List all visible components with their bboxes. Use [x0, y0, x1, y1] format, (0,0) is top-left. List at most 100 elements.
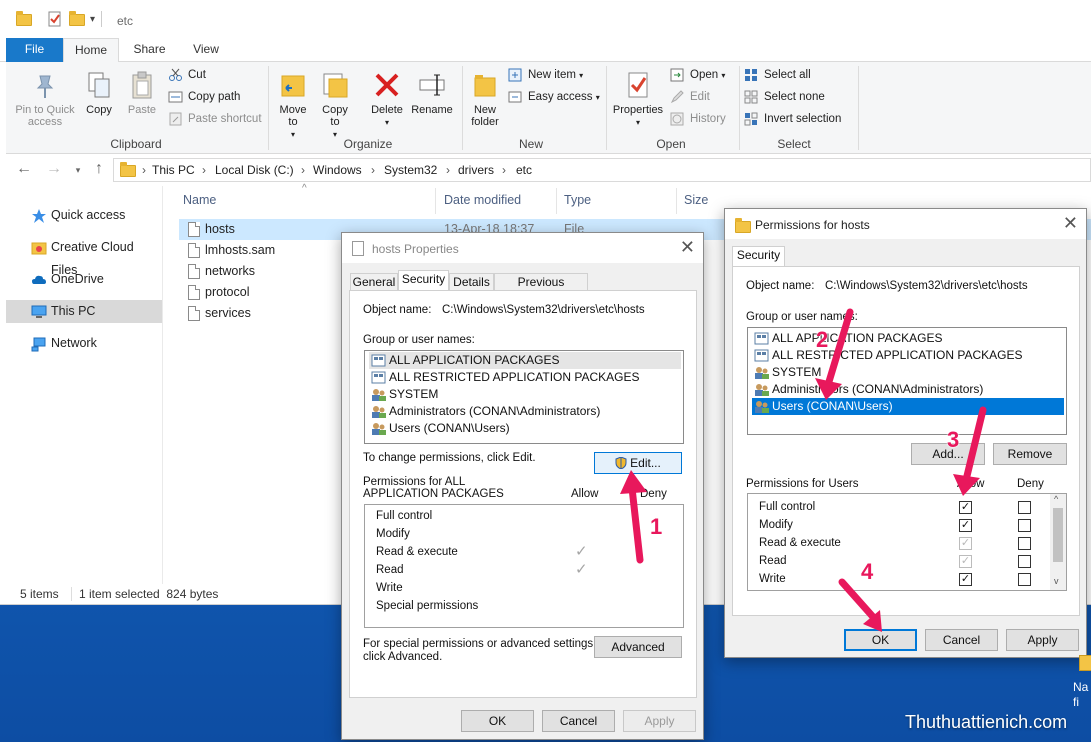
modify-allow-checkbox[interactable]: ✓ — [959, 519, 972, 532]
tab-security[interactable]: Security — [732, 246, 785, 267]
list-item[interactable]: SYSTEM — [752, 364, 1064, 381]
column-divider[interactable] — [556, 188, 557, 214]
read-execute-allow-checkbox[interactable]: ✓ — [959, 537, 972, 550]
scroll-up-icon[interactable]: ^ — [1054, 494, 1058, 504]
user-list[interactable]: ALL APPLICATION PACKAGES ALL RESTRICTED … — [747, 327, 1067, 435]
nav-onedrive[interactable]: OneDrive — [6, 268, 162, 291]
file-name: lmhosts.sam — [205, 243, 276, 257]
write-allow-checkbox[interactable]: ✓ — [959, 573, 972, 586]
close-icon[interactable]: ✕ — [680, 237, 695, 258]
rename-button[interactable]: Rename — [410, 70, 454, 116]
breadcrumb-drivers[interactable]: drivers — [458, 163, 494, 177]
delete-x-icon — [372, 70, 402, 100]
easy-access-button[interactable]: Easy access ▾ — [508, 88, 600, 106]
edit-permissions-button[interactable]: Edit... — [594, 452, 682, 474]
perm-name: Modify — [759, 519, 793, 531]
list-item[interactable]: ALL APPLICATION PACKAGES — [752, 330, 1064, 347]
tab-details[interactable]: Details — [449, 273, 494, 291]
new-item-button[interactable]: New item ▾ — [508, 66, 583, 84]
select-none-button[interactable]: Select none — [744, 88, 825, 106]
breadcrumb-this-pc[interactable]: This PC — [152, 163, 195, 177]
list-item[interactable]: ALL APPLICATION PACKAGES — [369, 352, 681, 369]
nav-quick-access[interactable]: Quick access — [6, 204, 162, 227]
select-all-button[interactable]: Select all — [744, 66, 811, 84]
cut-button[interactable]: Cut — [168, 66, 206, 84]
properties-check-icon[interactable] — [47, 11, 63, 27]
nav-creative-cloud[interactable]: Creative Cloud Files — [6, 236, 162, 277]
tab-home[interactable]: Home — [63, 38, 119, 63]
scroll-thumb[interactable] — [1053, 508, 1063, 562]
apply-button[interactable]: Apply — [623, 710, 696, 732]
breadcrumb-windows[interactable]: Windows — [313, 163, 362, 177]
write-deny-checkbox[interactable] — [1018, 573, 1031, 586]
ok-button[interactable]: OK — [844, 629, 917, 651]
customize-qat-chevron-icon[interactable]: ▾ — [90, 14, 95, 25]
nav-this-pc[interactable]: This PC — [6, 300, 162, 323]
tab-share[interactable]: Share — [121, 38, 178, 62]
tab-file[interactable]: File — [6, 38, 63, 62]
tab-general[interactable]: General — [350, 273, 398, 291]
forward-arrow-icon[interactable]: → — [44, 160, 64, 178]
perm-name: Special permissions — [376, 600, 479, 612]
recent-locations-chevron-icon[interactable]: ▾ — [68, 165, 88, 176]
new-folder-button[interactable]: New folder — [466, 70, 504, 128]
desktop-folder-icon[interactable] — [1079, 655, 1091, 671]
apply-button[interactable]: Apply — [1006, 629, 1079, 651]
permissions-for-label: Permissions for Users — [746, 478, 859, 490]
list-item-selected[interactable]: Users (CONAN\Users) — [752, 398, 1064, 415]
tab-security[interactable]: Security — [398, 270, 449, 291]
tab-previous-versions[interactable]: Previous Versions — [494, 273, 588, 306]
list-item[interactable]: Users (CONAN\Users) — [369, 420, 681, 437]
advanced-button[interactable]: Advanced — [594, 636, 682, 658]
change-permissions-text: To change permissions, click Edit. — [363, 452, 536, 464]
open-button[interactable]: Open ▾ — [670, 66, 725, 84]
address-bar[interactable]: › This PC › Local Disk (C:) › Windows › … — [113, 158, 1091, 182]
column-header-type[interactable]: Type — [564, 193, 591, 207]
edit-button[interactable]: Edit — [670, 88, 710, 106]
column-divider[interactable] — [676, 188, 677, 214]
column-divider[interactable] — [435, 188, 436, 214]
column-header-date[interactable]: Date modified — [444, 193, 521, 207]
read-execute-deny-checkbox[interactable] — [1018, 537, 1031, 550]
full-control-deny-checkbox[interactable] — [1018, 501, 1031, 514]
copy-to-button[interactable]: Copy to ▾ — [318, 70, 352, 141]
ok-button[interactable]: OK — [461, 710, 534, 732]
scrollbar[interactable]: ^ v — [1050, 494, 1066, 590]
breadcrumb-etc[interactable]: etc — [516, 163, 532, 177]
cancel-button[interactable]: Cancel — [925, 629, 998, 651]
list-item[interactable]: ALL RESTRICTED APPLICATION PACKAGES — [369, 369, 681, 386]
column-header-name[interactable]: Name — [183, 193, 216, 207]
back-arrow-icon[interactable]: ← — [14, 160, 34, 178]
new-folder-icon[interactable] — [69, 11, 85, 27]
delete-button[interactable]: Delete ▾ — [368, 70, 406, 129]
pin-quick-access-button[interactable]: Pin to Quick access — [12, 70, 78, 128]
history-button[interactable]: History — [670, 110, 726, 128]
copy-path-button[interactable]: Copy path — [168, 88, 240, 106]
close-icon[interactable]: ✕ — [1063, 213, 1078, 234]
copy-button[interactable]: Copy — [82, 70, 116, 116]
breadcrumb-local-disk[interactable]: Local Disk (C:) — [215, 163, 294, 177]
list-item[interactable]: SYSTEM — [369, 386, 681, 403]
cancel-button[interactable]: Cancel — [542, 710, 615, 732]
list-item[interactable]: ALL RESTRICTED APPLICATION PACKAGES — [752, 347, 1064, 364]
remove-button[interactable]: Remove — [993, 443, 1067, 465]
user-list[interactable]: ALL APPLICATION PACKAGES ALL RESTRICTED … — [364, 350, 684, 444]
modify-deny-checkbox[interactable] — [1018, 519, 1031, 532]
tab-view[interactable]: View — [178, 38, 234, 62]
breadcrumb-system32[interactable]: System32 — [384, 163, 437, 177]
list-item[interactable]: Administrators (CONAN\Administrators) — [752, 381, 1064, 398]
properties-button[interactable]: Properties ▾ — [610, 70, 666, 129]
paste-shortcut-button[interactable]: Paste shortcut — [168, 110, 262, 128]
scroll-down-icon[interactable]: v — [1054, 576, 1059, 586]
up-arrow-icon[interactable]: ↑ — [89, 160, 109, 178]
full-control-allow-checkbox[interactable]: ✓ — [959, 501, 972, 514]
read-deny-checkbox[interactable] — [1018, 555, 1031, 568]
read-allow-checkbox[interactable]: ✓ — [959, 555, 972, 568]
nav-network[interactable]: Network — [6, 332, 162, 355]
list-item[interactable]: Administrators (CONAN\Administrators) — [369, 403, 681, 420]
invert-selection-button[interactable]: Invert selection — [744, 110, 841, 128]
move-to-button[interactable]: Move to ▾ — [276, 70, 310, 141]
column-header-size[interactable]: Size — [684, 193, 708, 207]
paste-button[interactable]: Paste — [124, 70, 160, 116]
ribbon-tabs: File Home Share View — [0, 38, 1091, 63]
